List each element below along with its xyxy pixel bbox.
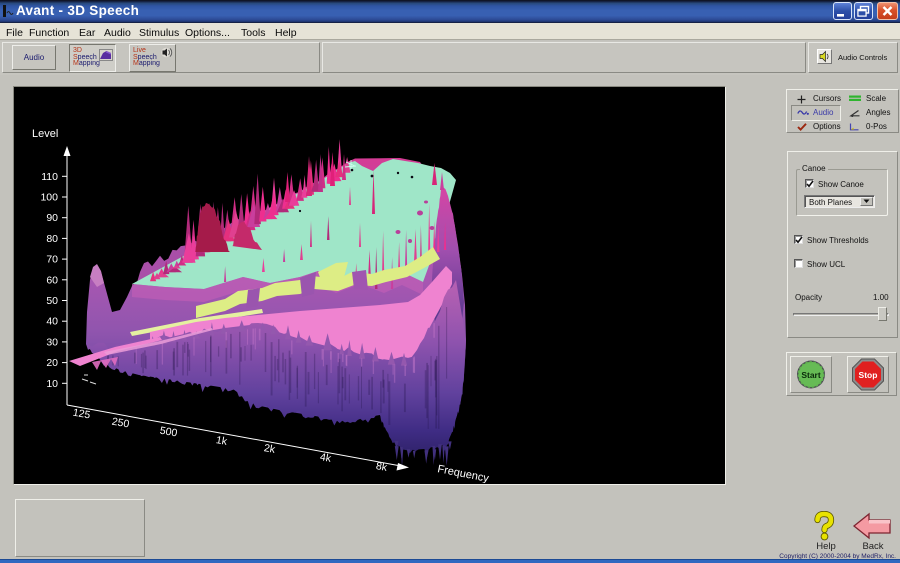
svg-text:50: 50: [46, 295, 58, 307]
svg-text:10: 10: [46, 378, 58, 390]
svg-text:80: 80: [46, 233, 58, 245]
svg-text:20: 20: [46, 357, 58, 369]
svg-text:Stop: Stop: [859, 370, 878, 380]
svg-text:40: 40: [46, 316, 58, 328]
svg-text:70: 70: [46, 254, 58, 266]
svg-text:30: 30: [46, 336, 58, 348]
svg-text:100: 100: [40, 192, 58, 204]
svg-text:Start: Start: [801, 370, 821, 380]
svg-text:110: 110: [41, 171, 58, 183]
svg-text:Level: Level: [32, 128, 58, 140]
svg-text:60: 60: [46, 274, 58, 286]
svg-text:90: 90: [46, 212, 58, 224]
